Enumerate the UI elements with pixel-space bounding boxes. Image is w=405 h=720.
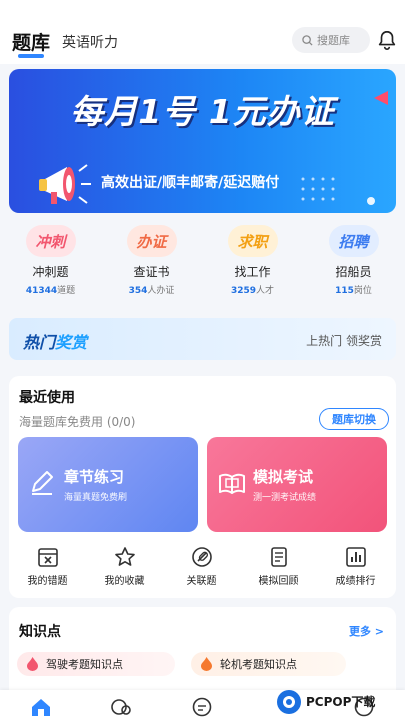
category-stat: 354人办证	[129, 283, 175, 296]
job-badge-icon: 求职	[227, 225, 278, 257]
watermark: PCPOP下载	[276, 683, 405, 720]
category-stat: 41344道题	[26, 283, 75, 296]
tool-label: 成绩排行	[335, 576, 376, 587]
tool-ranking[interactable]: 成绩排行	[317, 546, 394, 587]
tool-favorites[interactable]: 我的收藏	[86, 546, 163, 587]
category-count: 3259	[230, 286, 257, 296]
star-icon	[114, 547, 135, 566]
tab-english-listening[interactable]: 英语听力	[62, 32, 118, 52]
category-unit: 岗位	[353, 286, 372, 296]
category-count: 115	[335, 286, 354, 296]
practice-title: 章节练习	[64, 468, 125, 486]
hot-award-bar[interactable]: 热门奖赏 上热门 领奖赏	[9, 318, 396, 360]
category-unit: 道题	[57, 286, 76, 296]
switch-bank-button[interactable]: 题库切换	[319, 408, 389, 430]
category-label: 冲刺题	[32, 265, 69, 279]
category-crew[interactable]: 招聘 招船员 115岗位	[303, 225, 404, 305]
tool-label: 我的收藏	[104, 576, 145, 587]
banner-title: 每月1号 1元办证	[70, 92, 335, 131]
tool-row: 我的错题 我的收藏 关联题 模拟回顾 成绩排行	[9, 546, 396, 587]
category-stat: 115岗位	[335, 283, 372, 296]
study-icon[interactable]	[110, 697, 132, 717]
message-icon[interactable]	[191, 697, 213, 717]
category-job[interactable]: 求职 找工作 3259人才	[202, 225, 303, 305]
category-label: 查证书	[133, 265, 170, 279]
recent-title: 最近使用	[19, 390, 75, 406]
category-row: 冲刺 冲刺题 41344道题 办证 查证书 354人办证 求职 找工作 3259…	[0, 225, 405, 305]
decor-dots	[301, 177, 375, 205]
exam-subtitle: 测一测考试成绩	[253, 493, 317, 503]
search-placeholder: 搜题库	[317, 34, 350, 47]
more-link[interactable]: 更多 >	[349, 623, 384, 639]
watermark-text: PCPOP下载	[306, 695, 376, 709]
category-label: 招船员	[335, 265, 372, 279]
practice-subtitle: 海量真题免费刷	[64, 493, 128, 503]
tool-related[interactable]: 关联题	[163, 546, 240, 587]
active-tab-indicator	[18, 54, 44, 58]
sprint-badge-icon: 冲刺	[25, 225, 76, 257]
category-certificate[interactable]: 办证 查证书 354人办证	[101, 225, 202, 305]
flame-icon	[27, 657, 38, 671]
category-count: 41344	[25, 286, 58, 296]
tool-label: 关联题	[186, 576, 217, 587]
tool-review[interactable]: 模拟回顾	[240, 546, 317, 587]
tool-label: 模拟回顾	[258, 576, 299, 587]
category-sprint[interactable]: 冲刺 冲刺题 41344道题	[0, 225, 101, 305]
wrong-questions-icon	[37, 548, 58, 567]
search-icon	[302, 34, 313, 46]
recent-usage-card: 最近使用 海量题库免费用 (0/0) 题库切换 章节练习 海量真题免费刷 模拟考…	[9, 376, 396, 598]
review-icon	[270, 547, 287, 567]
banner-subtitle: 高效出证/顺丰邮寄/延迟赔付	[101, 175, 280, 191]
bell-icon[interactable]	[376, 29, 398, 51]
exam-title: 模拟考试	[253, 468, 314, 486]
search-box[interactable]: 搜题库	[292, 27, 370, 53]
pencil-icon	[32, 471, 53, 495]
megaphone-icon	[39, 164, 91, 204]
book-icon	[219, 473, 245, 494]
certificate-badge-icon: 办证	[126, 225, 177, 257]
hot-award-title: 热门奖赏	[23, 329, 87, 353]
category-unit: 人办证	[147, 286, 175, 296]
tool-wrong-questions[interactable]: 我的错题	[9, 546, 86, 587]
flame-icon	[201, 657, 212, 671]
knowledge-item-label: 驾驶考题知识点	[46, 658, 123, 671]
category-stat: 3259人才	[231, 283, 274, 296]
home-icon[interactable]	[30, 697, 52, 717]
knowledge-item-driving[interactable]: 驾驶考题知识点	[17, 652, 175, 676]
recruit-badge-icon: 招聘	[328, 225, 379, 257]
knowledge-item-label: 轮机考题知识点	[220, 658, 297, 671]
tool-label: 我的错题	[27, 576, 68, 587]
tab-question-bank[interactable]: 题库	[12, 28, 50, 55]
category-label: 找工作	[234, 265, 271, 279]
link-icon	[191, 547, 212, 567]
knowledge-item-engine[interactable]: 轮机考题知识点	[191, 652, 346, 676]
pcpop-logo-icon	[277, 689, 301, 714]
category-unit: 人才	[256, 286, 275, 296]
mock-exam-card[interactable]: 模拟考试 测一测考试成绩	[207, 437, 387, 532]
chapter-practice-card[interactable]: 章节练习 海量真题免费刷	[18, 437, 198, 532]
ranking-icon	[345, 547, 366, 567]
award-title-part: 奖赏	[55, 333, 88, 352]
knowledge-title: 知识点	[19, 624, 61, 640]
promo-banner[interactable]: 每月1号 1元办证 高效出证/顺丰邮寄/延迟赔付	[9, 69, 396, 213]
hot-award-link[interactable]: 上热门 领奖赏	[306, 332, 382, 349]
hot-title-part: 热门	[23, 333, 56, 352]
top-header: 题库 英语听力 搜题库	[0, 0, 405, 64]
category-count: 354	[128, 286, 148, 296]
recent-subtitle: 海量题库免费用 (0/0)	[19, 415, 136, 429]
